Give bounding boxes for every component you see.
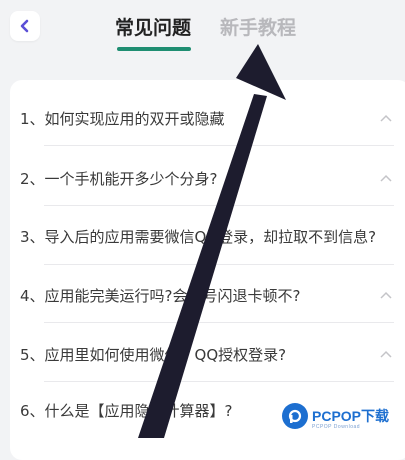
faq-item[interactable]: 3、导入后的应用需要微信QQ登录，却拉取不到信息? [20, 216, 405, 256]
watermark-brand: PCPOP [312, 408, 362, 424]
watermark: PCPOP 下载 PCPOP Download [282, 398, 402, 434]
faq-item[interactable]: 4、应用能完美运行吗?会封号闪退卡顿不? [20, 275, 405, 315]
chevron-up-icon [380, 174, 392, 182]
watermark-sub: PCPOP Download [312, 424, 361, 430]
pcpop-logo-icon [282, 403, 308, 429]
top-bar: 常见问题 新手教程 [0, 0, 405, 70]
tab-faq[interactable]: 常见问题 [115, 13, 191, 40]
divider [44, 264, 394, 265]
divider [44, 381, 394, 382]
watermark-cn: 下载 [361, 409, 390, 425]
faq-item-label: 1、如何实现应用的双开或隐藏 [20, 109, 225, 128]
chevron-up-icon [380, 114, 392, 122]
chevron-up-icon [380, 291, 392, 299]
divider [44, 205, 394, 206]
faq-item-label: 5、应用里如何使用微信、QQ授权登录? [20, 345, 287, 364]
back-button[interactable] [10, 11, 40, 41]
divider [44, 322, 394, 323]
faq-item-label: 2、一个手机能开多少个分身? [20, 169, 218, 188]
faq-item-label: 3、导入后的应用需要微信QQ登录，却拉取不到信息? [20, 227, 377, 246]
faq-item[interactable]: 2、一个手机能开多少个分身? [20, 158, 405, 198]
chevron-up-icon [380, 350, 392, 358]
tab-tutorial[interactable]: 新手教程 [220, 13, 296, 40]
faq-item-label: 6、什么是【应用隐藏计算器】? [20, 401, 233, 420]
faq-item-label: 4、应用能完美运行吗?会封号闪退卡顿不? [20, 286, 301, 305]
divider [44, 145, 394, 146]
chevron-left-icon [20, 19, 29, 33]
active-tab-indicator [117, 47, 191, 51]
faq-item[interactable]: 1、如何实现应用的双开或隐藏 [20, 98, 405, 138]
faq-item[interactable]: 5、应用里如何使用微信、QQ授权登录? [20, 334, 405, 374]
